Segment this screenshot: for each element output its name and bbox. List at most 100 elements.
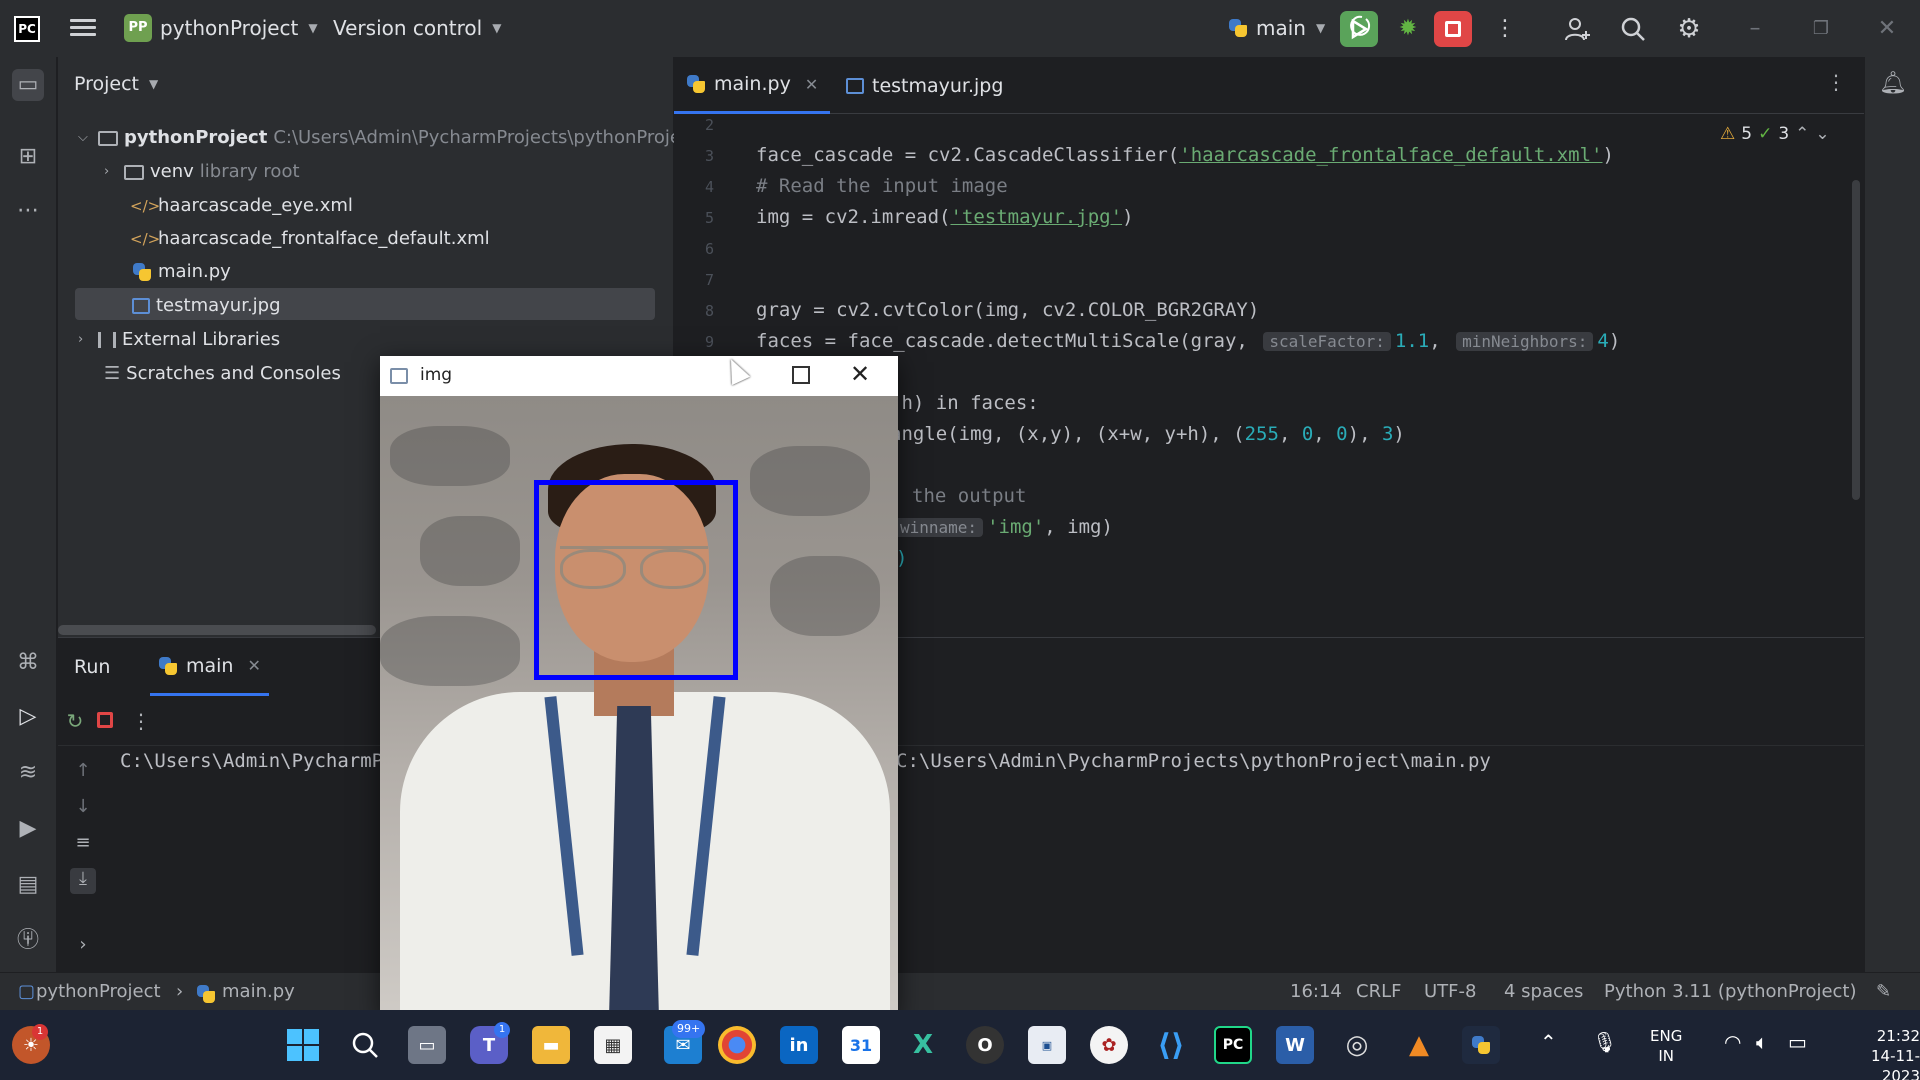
app-icon[interactable]: ▣ bbox=[1028, 1026, 1066, 1064]
scroll-to-end-icon[interactable]: ⤓ bbox=[70, 868, 96, 894]
close-icon[interactable]: ✕ bbox=[247, 656, 260, 675]
breadcrumb-file[interactable]: main.py bbox=[222, 981, 295, 1002]
layers-icon[interactable]: ≋ bbox=[12, 757, 44, 789]
restore-icon[interactable]: ❐ bbox=[1806, 14, 1836, 44]
tree-scratches-row[interactable]: ☰ Scratches and Consoles bbox=[104, 358, 341, 390]
wall-stone bbox=[750, 446, 870, 516]
inspection-widget[interactable]: ⚠ 5 ✓ 3 ⌃ ⌄ bbox=[1720, 124, 1830, 144]
language-indicator[interactable]: ENG IN bbox=[1650, 1026, 1682, 1066]
run-tool-icon[interactable]: ▷ bbox=[12, 701, 44, 733]
terminal-icon[interactable]: ▤ bbox=[12, 869, 44, 901]
vertical-scrollbar[interactable] bbox=[1852, 180, 1860, 500]
interpreter[interactable]: Python 3.11 (pythonProject) bbox=[1604, 981, 1857, 1002]
image-canvas bbox=[380, 396, 898, 1016]
folder-icon[interactable]: ▭ bbox=[12, 69, 44, 101]
windows-taskbar: ☀ 1 ▭ T 1 ▬ ▦ ✉ 99+ in 31 X O ▣ ✿ ⟨⟩ PC … bbox=[0, 1010, 1920, 1080]
app-icon[interactable]: ✿ bbox=[1090, 1026, 1128, 1064]
breadcrumb-project[interactable]: pythonProject bbox=[36, 981, 161, 1002]
code-with-me-icon[interactable] bbox=[1562, 14, 1592, 44]
minimize-icon[interactable]: – bbox=[1740, 14, 1770, 44]
lock-icon[interactable]: ✎ bbox=[1876, 981, 1891, 1002]
file-explorer-icon[interactable]: ▬ bbox=[532, 1026, 570, 1064]
soft-wrap-icon[interactable]: ≡ bbox=[70, 832, 96, 858]
services-icon[interactable]: ▶ bbox=[12, 813, 44, 845]
project-switcher[interactable]: PP pythonProject ▼ bbox=[124, 14, 318, 42]
vscode-icon[interactable]: ⟨⟩ bbox=[1152, 1026, 1190, 1064]
task-view-icon[interactable]: ▭ bbox=[408, 1026, 446, 1064]
tab-main-py[interactable]: main.py ✕ bbox=[674, 57, 831, 114]
search-icon[interactable] bbox=[346, 1026, 384, 1064]
right-tool-strip: 🔔︎ bbox=[1864, 57, 1920, 972]
tree-file-row-selected[interactable]: testmayur.jpg bbox=[132, 290, 281, 322]
git-icon[interactable]: ⑂ bbox=[12, 924, 44, 956]
stop-icon[interactable] bbox=[92, 708, 118, 734]
tree-external-libraries-row[interactable]: › External Libraries bbox=[78, 324, 280, 356]
arrow-down-icon[interactable]: ↓ bbox=[70, 796, 96, 822]
volume-icon[interactable]: 🔈︎ bbox=[1756, 1030, 1768, 1054]
chevron-right-icon[interactable]: › bbox=[70, 934, 96, 960]
file-encoding[interactable]: UTF-8 bbox=[1424, 981, 1476, 1002]
tab-options-icon[interactable]: ⋮ bbox=[1826, 70, 1846, 94]
tree-venv-row[interactable]: › venv library root bbox=[104, 156, 300, 188]
vlc-icon[interactable]: ▲ bbox=[1400, 1026, 1438, 1064]
microphone-icon[interactable]: 🎙︎ bbox=[1592, 1030, 1617, 1054]
excel-icon[interactable]: X bbox=[904, 1026, 942, 1064]
wifi-icon[interactable]: ◠ bbox=[1724, 1030, 1741, 1054]
chevron-up-icon[interactable]: ⌃ bbox=[1795, 124, 1809, 144]
microsoft-store-icon[interactable]: ▦ bbox=[594, 1026, 632, 1064]
gear-icon[interactable]: ⚙ bbox=[1674, 14, 1704, 44]
line-separator[interactable]: CRLF bbox=[1356, 981, 1401, 1002]
rerun-button[interactable] bbox=[1340, 11, 1378, 47]
tab-testmayur-jpg[interactable]: testmayur.jpg bbox=[834, 57, 1015, 114]
search-icon[interactable] bbox=[1618, 14, 1648, 44]
tree-file-row[interactable]: main.py bbox=[132, 256, 231, 288]
stop-button[interactable] bbox=[1434, 11, 1472, 47]
calendar-icon[interactable]: 31 bbox=[842, 1026, 880, 1064]
opera-icon[interactable]: O bbox=[966, 1026, 1004, 1064]
python-running-icon[interactable] bbox=[1462, 1026, 1500, 1064]
clock[interactable]: 21:32 14-11-2023 bbox=[1840, 1026, 1920, 1080]
notifications-bell-icon[interactable]: 🔔︎ bbox=[1879, 71, 1907, 99]
chevron-up-icon[interactable]: ⌃ bbox=[1540, 1030, 1557, 1054]
structure-icon[interactable]: ⊞ bbox=[12, 141, 44, 173]
tree-file-row[interactable]: </> haarcascade_eye.xml bbox=[130, 190, 353, 222]
python-console-icon[interactable]: ⌘ bbox=[12, 647, 44, 679]
line-number: 9 bbox=[704, 333, 714, 351]
version-control-menu[interactable]: Version control ▼ bbox=[333, 16, 501, 40]
tree-file-row[interactable]: </> haarcascade_frontalface_default.xml bbox=[130, 223, 490, 255]
code-text: img = cv2.imread( bbox=[756, 206, 951, 228]
chevron-down-icon[interactable]: ⌄ bbox=[1815, 124, 1829, 144]
tree-root-row[interactable]: ⌵ pythonProject C:\Users\Admin\PycharmPr… bbox=[78, 122, 681, 154]
debug-icon[interactable]: ✹ bbox=[1392, 13, 1424, 45]
image-window-titlebar[interactable]: img ✕ bbox=[380, 356, 898, 396]
battery-icon[interactable]: ▭ bbox=[1788, 1030, 1807, 1054]
word-icon[interactable]: W bbox=[1276, 1026, 1314, 1064]
file-name: haarcascade_frontalface_default.xml bbox=[158, 228, 490, 249]
windows-start-icon[interactable] bbox=[284, 1026, 322, 1064]
run-configuration-selector[interactable]: main ▼ bbox=[1228, 16, 1325, 40]
app-icon[interactable]: ◎ bbox=[1338, 1026, 1376, 1064]
close-icon[interactable]: ✕ bbox=[1872, 14, 1902, 44]
more-actions-icon[interactable]: ⋮ bbox=[128, 708, 154, 734]
rerun-icon[interactable]: ↻ bbox=[62, 708, 88, 734]
folder-icon bbox=[98, 130, 118, 146]
chrome-icon[interactable] bbox=[718, 1026, 756, 1064]
more-actions-icon[interactable]: ⋮ bbox=[1494, 14, 1516, 44]
arrow-up-icon[interactable]: ↑ bbox=[70, 760, 96, 786]
main-menu-icon[interactable] bbox=[70, 16, 96, 40]
horizontal-scrollbar[interactable] bbox=[58, 625, 376, 635]
indent-setting[interactable]: 4 spaces bbox=[1504, 981, 1583, 1002]
pycharm-icon[interactable]: PC bbox=[1214, 1026, 1252, 1064]
scratches-icon: ☰ bbox=[104, 363, 121, 384]
opencv-image-window[interactable]: img ✕ bbox=[380, 356, 898, 1016]
close-icon[interactable]: ✕ bbox=[805, 75, 818, 94]
close-icon[interactable]: ✕ bbox=[850, 360, 870, 388]
chevron-down-icon: ▼ bbox=[149, 77, 159, 91]
maximize-icon[interactable] bbox=[792, 366, 810, 384]
more-tools-icon[interactable]: ⋯ bbox=[12, 195, 44, 227]
caret-position[interactable]: 16:14 bbox=[1290, 981, 1342, 1002]
project-panel-header[interactable]: Project ▼ bbox=[74, 73, 158, 95]
run-tab-main[interactable]: main ✕ bbox=[150, 638, 269, 696]
linkedin-icon[interactable]: in bbox=[780, 1026, 818, 1064]
image-file-icon bbox=[132, 298, 150, 314]
